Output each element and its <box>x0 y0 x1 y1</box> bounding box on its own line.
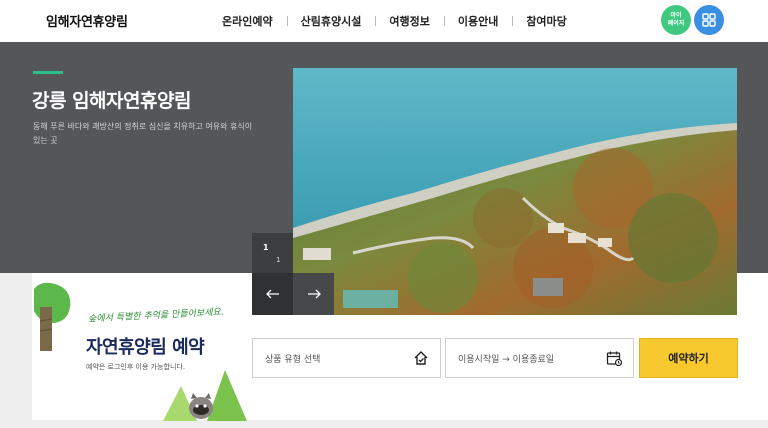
reserve-submit-button[interactable]: 예약하기 <box>639 338 738 378</box>
slide-counter: 1 1 <box>252 233 293 273</box>
mypage-button[interactable]: 마이 페이지 <box>661 5 691 35</box>
slide-prev-button[interactable] <box>252 273 293 315</box>
arrow-left-icon <box>265 289 279 299</box>
main-nav: 온라인예약 산림휴양시설 여행정보 이용안내 참여마당 <box>222 0 581 42</box>
all-menu-button[interactable] <box>694 5 724 35</box>
nav-item-guide[interactable]: 이용안내 <box>443 13 512 29</box>
mypage-label: 마이 페이지 <box>667 12 685 27</box>
hero-description: 동해 푸른 바다와 괘방산의 정취로 심신을 치유하고 여유와 휴식이 있는 곳 <box>33 122 253 145</box>
nav-item-community[interactable]: 참여마당 <box>512 13 580 29</box>
reservation-note: 예약은 로그인후 이용 가능합니다. <box>86 363 186 371</box>
tree-illustration-left <box>34 282 71 351</box>
date-range-placeholder: 이용시작일 → 이용종료일 <box>458 354 555 365</box>
site-logo[interactable]: 임해자연휴양림 <box>46 11 128 30</box>
house-check-icon <box>412 349 430 367</box>
reservation-title: 자연휴양림 예약 <box>86 337 205 358</box>
hero-image <box>293 68 737 315</box>
date-range-input[interactable]: 이용시작일 → 이용종료일 <box>445 338 634 378</box>
hero-accent-bar <box>33 71 63 74</box>
nav-item-online-reservation[interactable]: 온라인예약 <box>222 13 287 29</box>
slide-next-button[interactable] <box>293 273 334 315</box>
site-header: 임해자연휴양림 온라인예약 산림휴양시설 여행정보 이용안내 참여마당 마이 페… <box>0 0 768 42</box>
calendar-icon <box>605 349 623 367</box>
hero-title: 강릉 임해자연휴양림 <box>32 90 191 112</box>
mascot-illustration <box>163 370 247 421</box>
grid-icon <box>702 13 716 27</box>
arrow-right-icon <box>307 289 321 299</box>
slide-total: 1 <box>276 256 281 264</box>
product-type-select[interactable]: 상품 유형 선택 <box>252 338 441 378</box>
nav-item-travel-info[interactable]: 여행정보 <box>375 13 443 29</box>
product-type-placeholder: 상품 유형 선택 <box>265 354 321 365</box>
nav-item-facilities[interactable]: 산림휴양시설 <box>286 13 376 29</box>
slide-current: 1 <box>263 243 269 252</box>
